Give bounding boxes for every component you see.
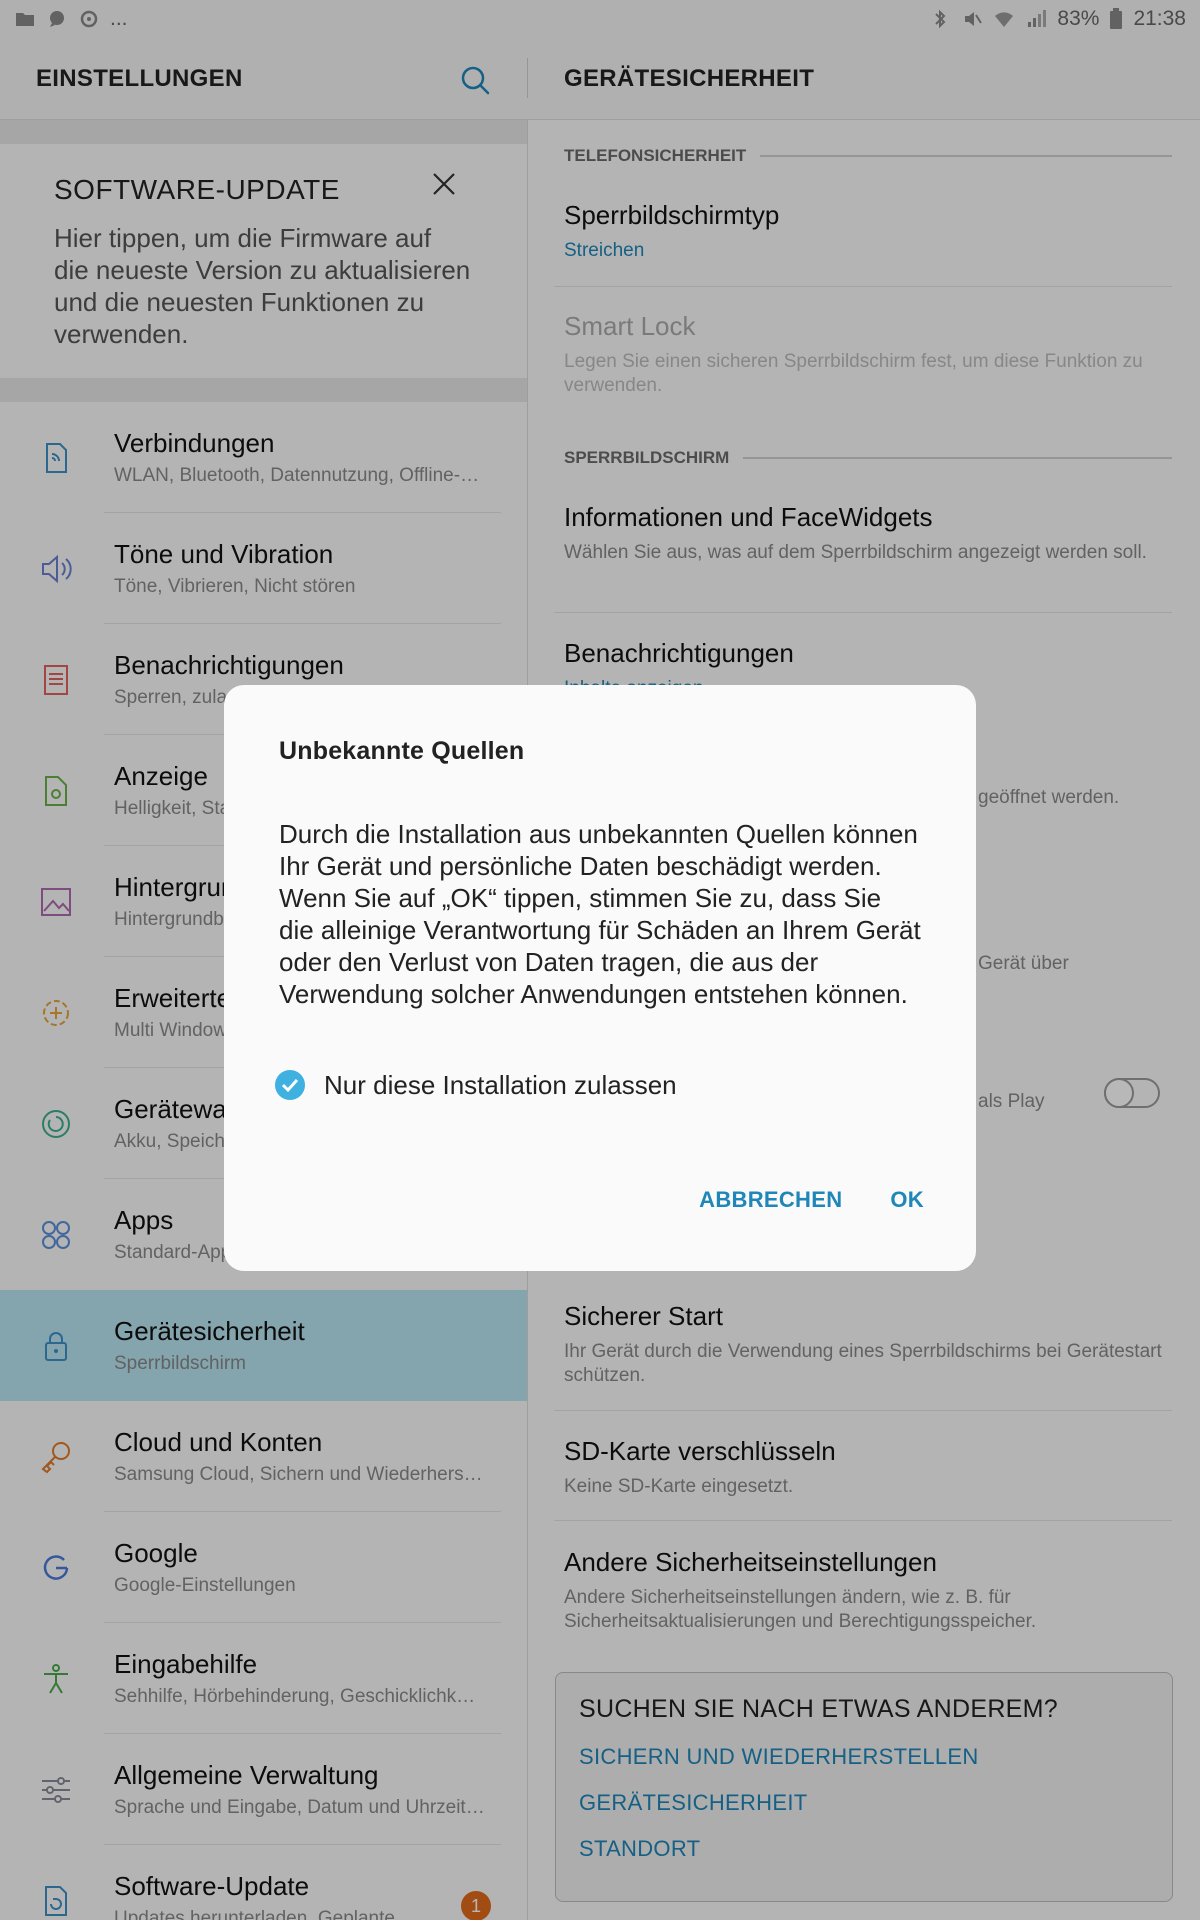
checkbox-label: Nur diese Installation zulassen (324, 1069, 677, 1100)
dialog-title: Unbekannte Quellen (279, 737, 525, 765)
unknown-sources-dialog: Unbekannte Quellen Durch die Installatio… (224, 685, 976, 1271)
dialog-message: Durch die Installation aus unbekannten Q… (279, 819, 921, 1009)
dialog-buttons: ABBRECHEN OK (699, 1187, 924, 1213)
checkbox-checked-icon[interactable] (274, 1069, 306, 1101)
ok-button[interactable]: OK (890, 1187, 924, 1213)
cancel-button[interactable]: ABBRECHEN (699, 1187, 842, 1213)
allow-once-checkbox-row[interactable]: Nur diese Installation zulassen (274, 1069, 677, 1101)
